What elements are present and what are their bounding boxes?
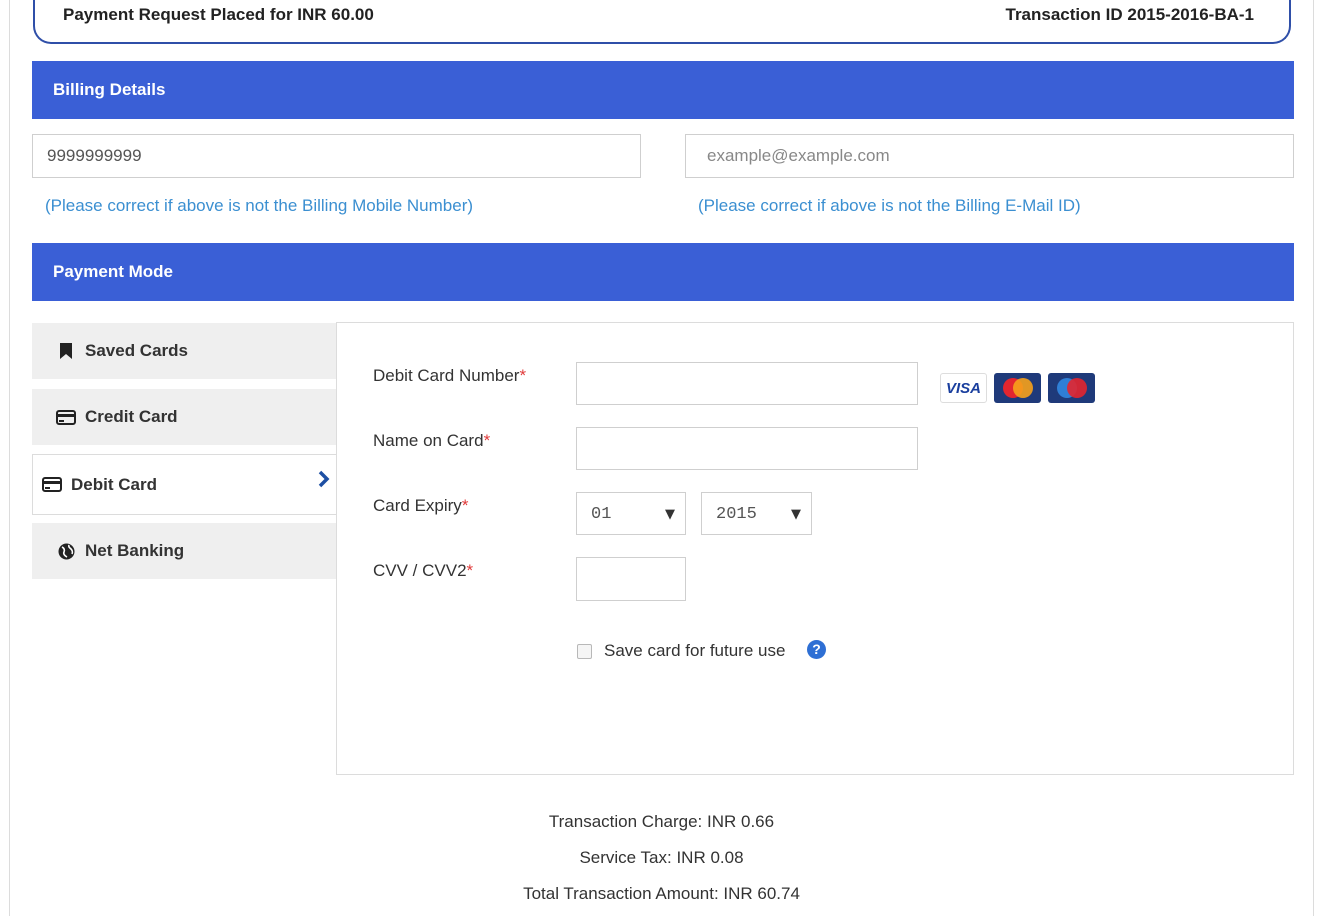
tab-debit-card[interactable]: Debit Card bbox=[32, 454, 338, 515]
dropdown-arrow-icon: ▼ bbox=[791, 507, 801, 522]
tab-credit-card[interactable]: Credit Card bbox=[32, 389, 337, 445]
required-mark: * bbox=[519, 366, 527, 385]
tab-debit-card-label: Debit Card bbox=[71, 474, 157, 494]
billing-mobile-input[interactable] bbox=[32, 134, 641, 178]
name-on-card-label: Name on Card* bbox=[373, 431, 490, 451]
tab-credit-card-label: Credit Card bbox=[85, 407, 178, 426]
billing-details-header: Billing Details bbox=[32, 61, 1294, 119]
card-expiry-label-text: Card Expiry bbox=[373, 496, 462, 515]
globe-icon bbox=[56, 543, 76, 559]
name-on-card-label-text: Name on Card bbox=[373, 431, 484, 450]
transaction-id-text: Transaction ID 2015-2016-BA-1 bbox=[1005, 5, 1255, 24]
visa-logo-text: VISA bbox=[945, 379, 981, 397]
transaction-charge: Transaction Charge: INR 0.66 bbox=[548, 812, 775, 831]
required-mark: * bbox=[483, 431, 491, 450]
payment-mode-header: Payment Mode bbox=[32, 243, 1294, 301]
mobile-hint: (Please correct if above is not the Bill… bbox=[45, 196, 474, 215]
cvv-input[interactable] bbox=[576, 557, 686, 601]
required-mark: * bbox=[461, 496, 469, 515]
mastercard-logo bbox=[994, 373, 1041, 403]
save-card-label: Save card for future use bbox=[604, 641, 786, 660]
tab-net-banking[interactable]: Net Banking bbox=[32, 523, 337, 579]
help-icon[interactable]: ? bbox=[807, 640, 826, 659]
card-number-input[interactable] bbox=[576, 362, 918, 405]
expiry-year-value: 2015 bbox=[716, 505, 757, 524]
card-expiry-label: Card Expiry* bbox=[373, 496, 468, 516]
expiry-year-select[interactable]: 2015 ▼ bbox=[701, 492, 812, 535]
expiry-month-value: 01 bbox=[591, 505, 612, 524]
page-right-border bbox=[1313, 0, 1314, 916]
page-left-border bbox=[9, 0, 10, 916]
save-card-checkbox[interactable] bbox=[577, 644, 592, 659]
total-transaction-amount: Total Transaction Amount: INR 60.74 bbox=[523, 884, 800, 903]
visa-logo: VISA bbox=[940, 373, 987, 403]
maestro-logo bbox=[1048, 373, 1095, 403]
tab-saved-cards-label: Saved Cards bbox=[85, 341, 188, 360]
service-tax: Service Tax: INR 0.08 bbox=[579, 848, 744, 867]
tab-net-banking-label: Net Banking bbox=[85, 541, 185, 560]
name-on-card-input[interactable] bbox=[576, 427, 918, 470]
chevron-right-icon bbox=[318, 468, 330, 494]
tab-saved-cards[interactable]: Saved Cards bbox=[32, 323, 337, 379]
cvv-label-text: CVV / CVV2 bbox=[373, 561, 467, 580]
bookmark-icon bbox=[56, 343, 76, 359]
required-mark: * bbox=[466, 561, 474, 580]
billing-email-input[interactable] bbox=[685, 134, 1294, 178]
credit-card-icon bbox=[42, 477, 62, 493]
dropdown-arrow-icon: ▼ bbox=[665, 507, 675, 522]
payment-summary-box: Payment Request Placed for INR 60.00 Tra… bbox=[33, 0, 1291, 44]
cvv-label: CVV / CVV2* bbox=[373, 561, 473, 581]
expiry-month-select[interactable]: 01 ▼ bbox=[576, 492, 686, 535]
card-number-label: Debit Card Number* bbox=[373, 366, 526, 386]
card-number-label-text: Debit Card Number bbox=[373, 366, 520, 385]
email-hint: (Please correct if above is not the Bill… bbox=[698, 196, 1081, 215]
payment-request-text: Payment Request Placed for INR 60.00 bbox=[63, 5, 374, 24]
credit-card-icon bbox=[56, 409, 76, 425]
